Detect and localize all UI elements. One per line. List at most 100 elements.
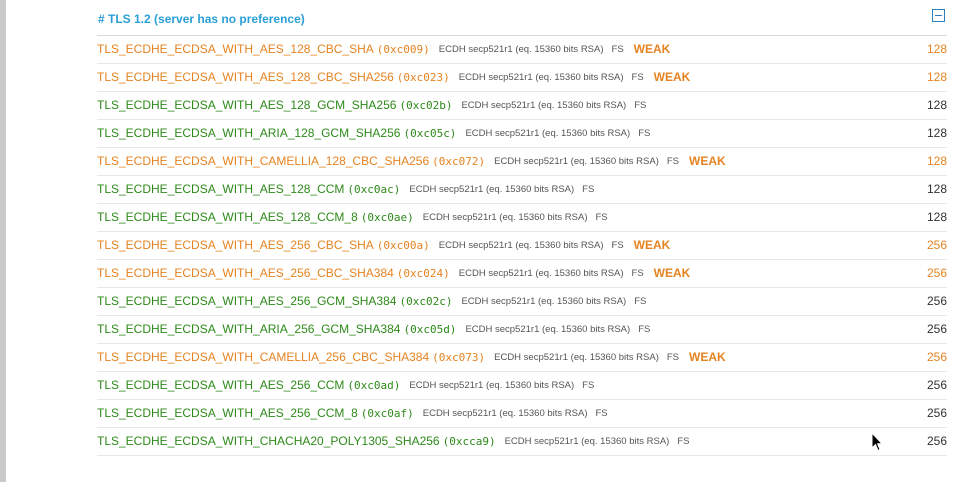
key-exchange-info: ECDH secp521r1 (eq. 15360 bits RSA) (461, 100, 627, 111)
cipher-suites-panel: # TLS 1.2 (server has no preference) TLS… (97, 0, 947, 456)
cipher-cell: TLS_ECDHE_ECDSA_WITH_AES_256_GCM_SHA384(… (97, 294, 646, 310)
key-bits: 128 (926, 126, 947, 140)
cipher-row: TLS_ECDHE_ECDSA_WITH_CAMELLIA_128_CBC_SH… (97, 148, 947, 176)
cipher-name: TLS_ECDHE_ECDSA_WITH_CHACHA20_POLY1305_S… (97, 434, 440, 448)
key-exchange-info: ECDH secp521r1 (eq. 15360 bits RSA) (409, 184, 575, 195)
collapse-icon[interactable] (932, 9, 945, 22)
key-bits: 256 (926, 434, 947, 448)
cipher-cell: TLS_ECDHE_ECDSA_WITH_AES_128_CCM_8 (0xc0a… (97, 210, 608, 226)
cipher-code: (0xc02c) (399, 295, 453, 308)
cipher-cell: TLS_ECDHE_ECDSA_WITH_ARIA_128_GCM_SHA256… (97, 126, 650, 142)
forward-secrecy-label: FS (582, 380, 595, 391)
cipher-row: TLS_ECDHE_ECDSA_WITH_AES_128_CCM_8 (0xc0a… (97, 204, 947, 232)
key-bits: 128 (926, 42, 947, 56)
cipher-code: (0xc009) (376, 43, 430, 56)
key-exchange-info: ECDH secp521r1 (eq. 15360 bits RSA) (422, 408, 588, 419)
cipher-name: TLS_ECDHE_ECDSA_WITH_AES_256_CCM (97, 378, 345, 392)
forward-secrecy-label: FS (611, 44, 624, 55)
key-bits: 128 (926, 210, 947, 224)
key-bits: 256 (926, 378, 947, 392)
weak-badge: WEAK (689, 154, 726, 168)
cipher-cell: TLS_ECDHE_ECDSA_WITH_AES_256_CCM_8 (0xc0a… (97, 406, 608, 422)
cipher-name: TLS_ECDHE_ECDSA_WITH_AES_128_CCM (97, 182, 345, 196)
key-bits: 256 (926, 406, 947, 420)
forward-secrecy-label: FS (634, 296, 647, 307)
key-bits: 256 (926, 322, 947, 336)
weak-badge: WEAK (633, 238, 671, 252)
cipher-code: (0xc073) (432, 351, 486, 364)
cipher-cell: TLS_ECDHE_ECDSA_WITH_AES_128_GCM_SHA256(… (97, 98, 646, 114)
section-header: # TLS 1.2 (server has no preference) (97, 0, 947, 36)
cipher-cell: TLS_ECDHE_ECDSA_WITH_AES_256_CBC_SHA384(… (97, 266, 690, 282)
cipher-cell: TLS_ECDHE_ECDSA_WITH_ARIA_256_GCM_SHA384… (97, 322, 650, 338)
cipher-code: (0xcca9) (442, 435, 496, 448)
key-exchange-info: ECDH secp521r1 (eq. 15360 bits RSA) (465, 128, 631, 139)
cipher-cell: TLS_ECDHE_ECDSA_WITH_AES_256_CBC_SHA (0xc… (97, 238, 670, 254)
cipher-row: TLS_ECDHE_ECDSA_WITH_AES_128_CBC_SHA (0xc… (97, 36, 947, 64)
key-bits: 128 (926, 98, 947, 112)
key-exchange-info: ECDH secp521r1 (eq. 15360 bits RSA) (504, 436, 670, 447)
cipher-row: TLS_ECDHE_ECDSA_WITH_AES_128_CCM (0xc0ac)… (97, 176, 947, 204)
cipher-row: TLS_ECDHE_ECDSA_WITH_CHACHA20_POLY1305_S… (97, 428, 947, 456)
key-exchange-info: ECDH secp521r1 (eq. 15360 bits RSA) (494, 156, 659, 167)
key-bits: 256 (926, 294, 947, 308)
cipher-cell: TLS_ECDHE_ECDSA_WITH_CHACHA20_POLY1305_S… (97, 434, 689, 450)
key-bits: 256 (926, 266, 947, 280)
key-exchange-info: ECDH secp521r1 (eq. 15360 bits RSA) (409, 380, 575, 391)
cipher-row: TLS_ECDHE_ECDSA_WITH_AES_128_GCM_SHA256(… (97, 92, 947, 120)
cipher-row: TLS_ECDHE_ECDSA_WITH_AES_256_CCM_8 (0xc0a… (97, 400, 947, 428)
cipher-code: (0xc024) (396, 267, 450, 280)
key-bits: 256 (926, 238, 947, 252)
cipher-code: (0xc072) (432, 155, 486, 168)
cipher-row: TLS_ECDHE_ECDSA_WITH_AES_256_CCM (0xc0ad)… (97, 372, 947, 400)
cipher-code: (0xc05c) (403, 127, 457, 140)
cipher-row: TLS_ECDHE_ECDSA_WITH_AES_128_CBC_SHA256(… (97, 64, 947, 92)
cipher-name: TLS_ECDHE_ECDSA_WITH_AES_128_CCM_8 (97, 210, 358, 224)
forward-secrecy-label: FS (631, 72, 644, 83)
left-border (0, 0, 6, 482)
cipher-name: TLS_ECDHE_ECDSA_WITH_AES_128_GCM_SHA256 (97, 98, 397, 112)
forward-secrecy-label: FS (677, 436, 690, 447)
cipher-code: (0xc0ad) (347, 379, 401, 392)
key-bits: 128 (926, 154, 947, 168)
cipher-name: TLS_ECDHE_ECDSA_WITH_AES_256_CBC_SHA (97, 238, 374, 252)
forward-secrecy-label: FS (666, 156, 680, 167)
key-exchange-info: ECDH secp521r1 (eq. 15360 bits RSA) (458, 268, 624, 279)
cipher-cell: TLS_ECDHE_ECDSA_WITH_AES_128_CCM (0xc0ac)… (97, 182, 594, 198)
cipher-name: TLS_ECDHE_ECDSA_WITH_ARIA_128_GCM_SHA256 (97, 126, 401, 140)
cipher-name: TLS_ECDHE_ECDSA_WITH_CAMELLIA_128_CBC_SH… (97, 154, 430, 168)
cipher-list: TLS_ECDHE_ECDSA_WITH_AES_128_CBC_SHA (0xc… (97, 36, 947, 456)
weak-badge: WEAK (633, 42, 671, 56)
cipher-name: TLS_ECDHE_ECDSA_WITH_CAMELLIA_256_CBC_SH… (97, 350, 430, 364)
forward-secrecy-label: FS (638, 128, 651, 139)
cipher-code: (0xc00a) (376, 239, 430, 252)
cipher-code: (0xc02b) (399, 99, 453, 112)
cipher-code: (0xc0ae) (360, 211, 414, 224)
cipher-row: TLS_ECDHE_ECDSA_WITH_AES_256_GCM_SHA384(… (97, 288, 947, 316)
forward-secrecy-label: FS (638, 324, 651, 335)
key-exchange-info: ECDH secp521r1 (eq. 15360 bits RSA) (458, 72, 624, 83)
key-exchange-info: ECDH secp521r1 (eq. 15360 bits RSA) (422, 212, 588, 223)
cipher-row: TLS_ECDHE_ECDSA_WITH_ARIA_128_GCM_SHA256… (97, 120, 947, 148)
cipher-name: TLS_ECDHE_ECDSA_WITH_AES_128_CBC_SHA (97, 42, 374, 56)
weak-badge: WEAK (653, 266, 691, 280)
forward-secrecy-label: FS (595, 408, 608, 419)
key-bits: 256 (926, 350, 947, 364)
cipher-name: TLS_ECDHE_ECDSA_WITH_AES_128_CBC_SHA256 (97, 70, 394, 84)
cipher-cell: TLS_ECDHE_ECDSA_WITH_AES_256_CCM (0xc0ad)… (97, 378, 594, 394)
cipher-code: (0xc05d) (403, 323, 457, 336)
cipher-code: (0xc023) (396, 71, 450, 84)
cipher-cell: TLS_ECDHE_ECDSA_WITH_AES_128_CBC_SHA (0xc… (97, 42, 670, 58)
forward-secrecy-label: FS (666, 352, 680, 363)
forward-secrecy-label: FS (595, 212, 608, 223)
key-bits: 128 (926, 182, 947, 196)
cipher-cell: TLS_ECDHE_ECDSA_WITH_CAMELLIA_128_CBC_SH… (97, 154, 726, 170)
cipher-row: TLS_ECDHE_ECDSA_WITH_AES_256_CBC_SHA (0xc… (97, 232, 947, 260)
key-exchange-info: ECDH secp521r1 (eq. 15360 bits RSA) (494, 352, 659, 363)
cipher-row: TLS_ECDHE_ECDSA_WITH_ARIA_256_GCM_SHA384… (97, 316, 947, 344)
section-title: # TLS 1.2 (server has no preference) (98, 12, 305, 26)
mouse-cursor-icon (871, 432, 883, 452)
key-bits: 128 (926, 70, 947, 84)
weak-badge: WEAK (689, 350, 726, 364)
key-exchange-info: ECDH secp521r1 (eq. 15360 bits RSA) (438, 44, 604, 55)
